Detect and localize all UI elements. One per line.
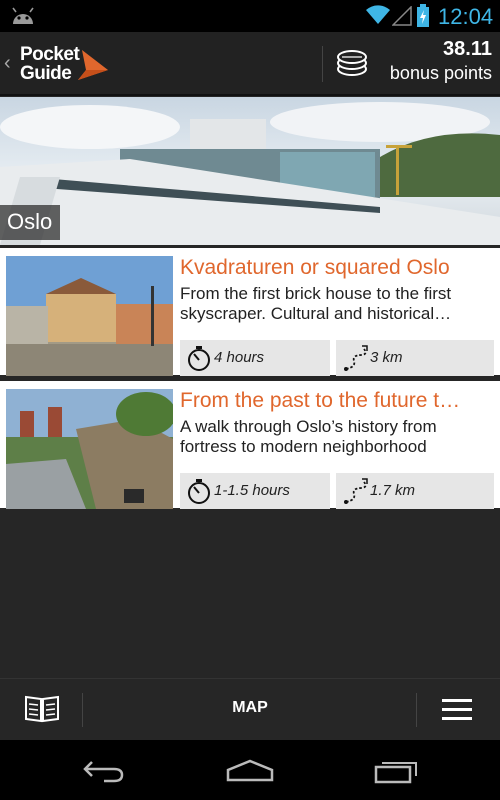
- screen: 12:04 ‹ Pocket Guide 38.11 bonus points: [0, 0, 500, 800]
- wifi-icon: [366, 5, 390, 25]
- tour-duration: 1-1.5 hours: [180, 473, 330, 509]
- toolbar-divider: [82, 693, 83, 727]
- tour-thumbnail: [6, 389, 173, 509]
- signal-icon: [392, 6, 412, 26]
- toolbar-divider: [416, 693, 417, 727]
- stopwatch-icon: [188, 346, 210, 371]
- tour-duration: 4 hours: [180, 340, 330, 376]
- city-label: Oslo: [0, 205, 61, 240]
- logo-line-2: Guide: [20, 63, 72, 84]
- battery-icon: [417, 4, 429, 27]
- tour-duration-text: 4 hours: [214, 349, 265, 366]
- tour-title[interactable]: Kvadraturen or squared Oslo: [180, 256, 492, 280]
- menu-icon[interactable]: [442, 697, 472, 723]
- tour-duration-text: 1-1.5 hours: [214, 482, 290, 499]
- status-clock: 12:04: [438, 4, 494, 29]
- logo-arrow-icon: [78, 50, 108, 80]
- tour-distance: 1.7 km: [336, 473, 494, 509]
- pocket-guide-logo[interactable]: Pocket Guide: [20, 44, 110, 84]
- tour-description: From the first brick house to the first …: [180, 284, 452, 323]
- back-chevron-icon[interactable]: ‹: [4, 52, 11, 75]
- tour-distance-text: 1.7 km: [370, 482, 416, 499]
- city-hero-image[interactable]: Oslo: [0, 97, 500, 245]
- bonus-points-label: bonus points: [389, 63, 492, 83]
- tour-description: A walk through Oslo’s history from fortr…: [180, 417, 437, 456]
- status-bar: 12:04: [0, 0, 500, 32]
- tour-card[interactable]: Kvadraturen or squared Oslo From the fir…: [0, 248, 500, 381]
- tour-distance: 3 km: [336, 340, 494, 376]
- recents-icon[interactable]: [374, 758, 420, 784]
- route-icon: [344, 345, 368, 371]
- header-divider: [322, 46, 323, 82]
- tour-list: Kvadraturen or squared Oslo From the fir…: [0, 248, 500, 514]
- tour-thumbnail: [6, 256, 173, 376]
- action-bar: ‹ Pocket Guide 38.11 bonus points: [0, 32, 500, 96]
- opera-house-photo: [0, 102, 500, 245]
- route-icon: [344, 478, 368, 504]
- back-icon[interactable]: [82, 758, 126, 784]
- bottom-toolbar: MAP: [0, 678, 500, 740]
- map-button[interactable]: MAP: [200, 699, 300, 717]
- bonus-points-value: 38.11: [443, 38, 492, 60]
- android-notification-icon: [12, 7, 34, 24]
- tour-distance-text: 3 km: [370, 349, 403, 366]
- coins-icon[interactable]: [334, 47, 370, 79]
- tour-card[interactable]: From the past to the future t… A walk th…: [0, 381, 500, 514]
- tour-title[interactable]: From the past to the future t…: [180, 389, 492, 413]
- book-icon[interactable]: [24, 693, 60, 723]
- home-icon[interactable]: [226, 758, 274, 784]
- stopwatch-icon: [188, 479, 210, 504]
- system-nav-bar: [0, 740, 500, 800]
